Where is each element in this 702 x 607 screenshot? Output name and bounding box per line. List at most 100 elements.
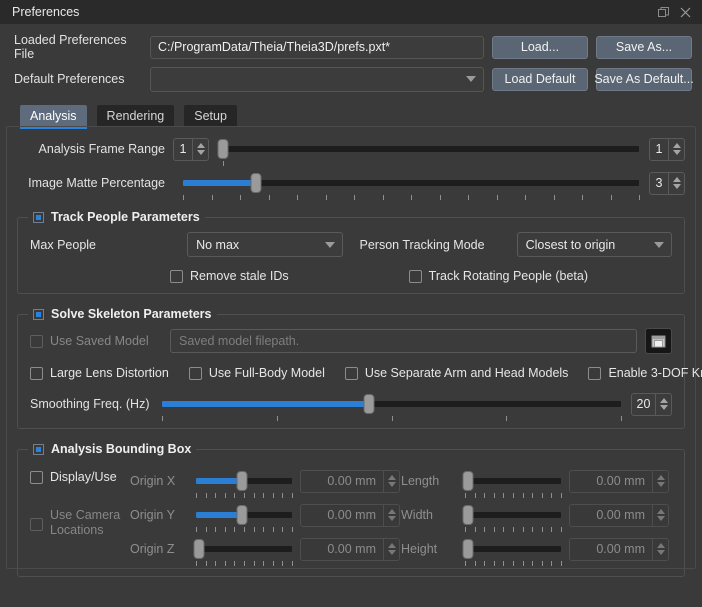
width-spinner[interactable]: 0.00 mm xyxy=(569,503,669,527)
slider-handle[interactable] xyxy=(250,173,262,193)
image-matte-percentage-spinner[interactable]: 3 xyxy=(649,171,685,195)
analysis-frame-range-end-spinner[interactable]: 1 xyxy=(649,137,685,161)
spinner-down-icon[interactable] xyxy=(387,482,396,487)
spinner-down-icon[interactable] xyxy=(387,550,396,555)
origin-z-spinner[interactable]: 0.00 mm xyxy=(300,537,400,561)
spinner-down-icon[interactable] xyxy=(656,516,665,521)
spinner-down-icon[interactable] xyxy=(672,184,681,189)
spinner-down-icon[interactable] xyxy=(672,150,681,155)
spinner-arrows[interactable] xyxy=(668,172,684,194)
spinner-down-icon[interactable] xyxy=(387,516,396,521)
origin-x-spinner[interactable]: 0.00 mm xyxy=(300,469,400,493)
origin-y-spinner[interactable]: 0.00 mm xyxy=(300,503,400,527)
checkbox-box xyxy=(30,366,43,380)
smoothing-freq-slider[interactable] xyxy=(162,394,622,421)
slider-ticks xyxy=(196,561,293,567)
enable-3dof-knee-checkbox[interactable]: Enable 3-DOF Knee xyxy=(588,366,702,380)
folder-open-icon[interactable] xyxy=(645,328,672,354)
spinner-arrows[interactable] xyxy=(652,538,668,560)
slider-handle[interactable] xyxy=(363,394,375,414)
spinner-arrows[interactable] xyxy=(383,504,399,526)
analysis-bounding-box-checkbox[interactable] xyxy=(33,443,44,455)
default-preferences-row: Default Preferences Load Default Save As… xyxy=(14,64,694,94)
track-people-parameters-group: Track People Parameters Max People No ma… xyxy=(17,210,685,294)
chevron-down-icon xyxy=(324,241,335,248)
track-rotating-people-label: Track Rotating People (beta) xyxy=(428,269,588,283)
tab-analysis[interactable]: Analysis xyxy=(20,105,87,129)
use-full-body-model-label: Use Full-Body Model xyxy=(208,366,325,380)
origin-y-row: Origin Y 0.00 mm xyxy=(130,498,401,532)
track-rotating-people-checkbox[interactable]: Track Rotating People (beta) xyxy=(408,269,588,283)
saved-model-filepath-input[interactable]: Saved model filepath. xyxy=(170,329,637,353)
bounding-box-size-column: Length 0.00 mm Width 0.00 mm Height 0.00… xyxy=(401,464,672,566)
height-slider[interactable] xyxy=(462,539,562,566)
length-slider[interactable] xyxy=(462,471,562,498)
smoothing-freq-spinner[interactable]: 20 xyxy=(631,392,672,416)
max-people-combo[interactable]: No max xyxy=(187,232,343,257)
spinner-up-icon[interactable] xyxy=(659,398,668,403)
large-lens-distortion-checkbox[interactable]: Large Lens Distortion xyxy=(30,366,169,380)
spinner-up-icon[interactable] xyxy=(387,543,396,548)
solve-skeleton-parameters-checkbox[interactable] xyxy=(33,308,44,320)
spinner-arrows[interactable] xyxy=(383,538,399,560)
image-matte-percentage-slider[interactable] xyxy=(183,173,640,200)
spinner-down-icon[interactable] xyxy=(656,550,665,555)
slider-handle[interactable] xyxy=(462,505,474,525)
length-spinner[interactable]: 0.00 mm xyxy=(569,469,669,493)
spinner-up-icon[interactable] xyxy=(387,475,396,480)
restore-window-icon[interactable] xyxy=(652,2,674,22)
person-tracking-mode-combo[interactable]: Closest to origin xyxy=(516,232,672,257)
spinner-arrows[interactable] xyxy=(655,393,671,415)
spinner-up-icon[interactable] xyxy=(672,143,681,148)
spinner-arrows[interactable] xyxy=(668,138,684,160)
spinner-down-icon[interactable] xyxy=(656,482,665,487)
close-icon[interactable] xyxy=(674,2,696,22)
use-separate-arm-head-models-checkbox[interactable]: Use Separate Arm and Head Models xyxy=(344,366,568,380)
remove-stale-ids-checkbox[interactable]: Remove stale IDs xyxy=(170,269,289,283)
spinner-arrows[interactable] xyxy=(383,470,399,492)
analysis-frame-range-label: Analysis Frame Range xyxy=(38,142,165,156)
save-as-default-button[interactable]: Save As Default... xyxy=(594,67,694,91)
slider-handle[interactable] xyxy=(193,539,205,559)
spinner-up-icon[interactable] xyxy=(656,475,665,480)
width-slider[interactable] xyxy=(462,505,562,532)
slider-handle[interactable] xyxy=(462,539,474,559)
height-spinner[interactable]: 0.00 mm xyxy=(569,537,669,561)
analysis-tab-page: Analysis Frame Range 1 1 Image Matte Per… xyxy=(6,126,702,577)
slider-handle[interactable] xyxy=(236,505,248,525)
slider-handle[interactable] xyxy=(236,471,248,491)
spinner-arrows[interactable] xyxy=(192,138,208,160)
save-as-button[interactable]: Save As... xyxy=(596,35,692,59)
tab-setup[interactable]: Setup xyxy=(184,105,237,126)
origin-z-slider[interactable] xyxy=(193,539,293,566)
display-use-checkbox[interactable]: Display/Use xyxy=(30,470,117,484)
analysis-frame-range-slider[interactable] xyxy=(217,139,639,166)
slider-groove xyxy=(465,546,561,552)
analysis-bounding-box-label: Analysis Bounding Box xyxy=(51,442,192,456)
origin-z-value: 0.00 mm xyxy=(327,542,376,556)
spinner-up-icon[interactable] xyxy=(656,509,665,514)
spinner-up-icon[interactable] xyxy=(196,143,205,148)
analysis-frame-range-start-spinner[interactable]: 1 xyxy=(173,137,209,161)
spinner-up-icon[interactable] xyxy=(387,509,396,514)
spinner-up-icon[interactable] xyxy=(656,543,665,548)
spinner-down-icon[interactable] xyxy=(196,150,205,155)
load-default-button[interactable]: Load Default xyxy=(492,67,588,91)
slider-handle[interactable] xyxy=(462,471,474,491)
length-value: 0.00 mm xyxy=(596,474,645,488)
tab-rendering[interactable]: Rendering xyxy=(96,105,175,126)
slider-handle[interactable] xyxy=(217,139,229,159)
track-people-parameters-checkbox[interactable] xyxy=(33,211,44,223)
default-preferences-combo[interactable] xyxy=(150,66,484,92)
spinner-arrows[interactable] xyxy=(652,470,668,492)
height-value: 0.00 mm xyxy=(596,542,645,556)
origin-y-slider[interactable] xyxy=(196,505,293,532)
load-button[interactable]: Load... xyxy=(492,35,588,59)
slider-fill xyxy=(196,512,243,518)
loaded-preferences-file-input[interactable]: C:/ProgramData/Theia/Theia3D/prefs.pxt* xyxy=(150,35,484,59)
origin-x-slider[interactable] xyxy=(196,471,293,498)
spinner-arrows[interactable] xyxy=(652,504,668,526)
use-full-body-model-checkbox[interactable]: Use Full-Body Model xyxy=(188,366,325,380)
spinner-down-icon[interactable] xyxy=(659,405,668,410)
spinner-up-icon[interactable] xyxy=(672,177,681,182)
